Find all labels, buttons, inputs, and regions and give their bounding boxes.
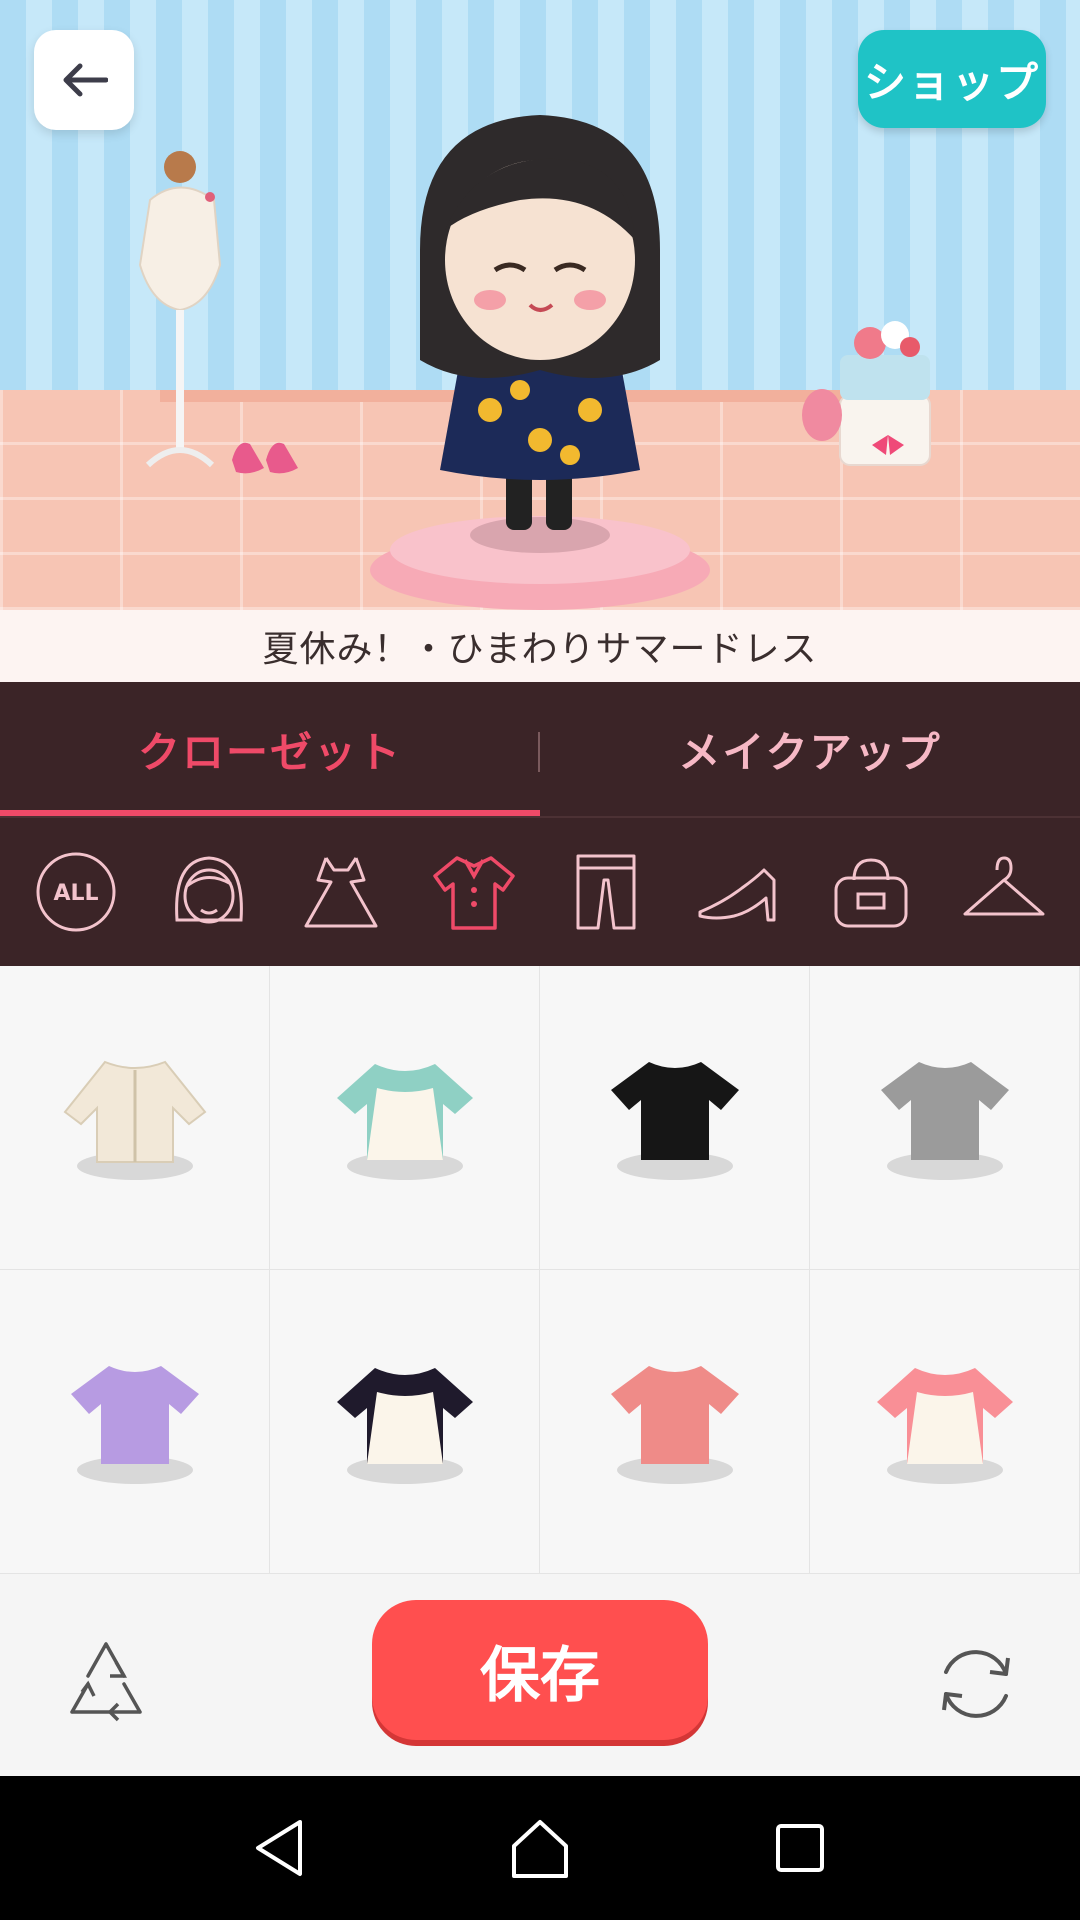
system-back-button[interactable] (240, 1808, 320, 1888)
clothing-item[interactable] (270, 966, 540, 1270)
room-scene: ショップ (0, 0, 1080, 610)
clothing-item[interactable] (810, 966, 1080, 1270)
category-row: ALL (0, 816, 1080, 966)
home-icon (512, 1820, 568, 1878)
item-grid (0, 966, 1080, 1576)
recycle-button[interactable] (58, 1634, 154, 1730)
tshirt-item-icon (70, 1365, 199, 1484)
tshirt-item-icon (880, 1061, 1009, 1180)
recycle-icon (70, 1642, 142, 1722)
bag-icon (834, 858, 908, 928)
recents-icon (776, 1824, 824, 1872)
clothing-item[interactable] (540, 966, 810, 1270)
system-nav-bar (0, 1776, 1080, 1920)
clothing-item[interactable] (810, 1270, 1080, 1574)
pants-icon (576, 854, 636, 930)
arrow-left-icon (63, 63, 108, 97)
tshirt-item-icon (610, 1061, 739, 1180)
hair-icon (174, 856, 243, 924)
outfit-name: 夏休み！・ひまわりサマードレス (262, 629, 818, 670)
pink-shoes-decoration (232, 442, 298, 474)
system-home-button[interactable] (500, 1808, 580, 1888)
dress-icon (304, 857, 378, 928)
avatar (370, 115, 710, 610)
category-hanger[interactable] (954, 842, 1054, 942)
category-shoes[interactable] (689, 842, 789, 942)
system-recents-button[interactable] (760, 1808, 840, 1888)
refresh-button[interactable] (926, 1634, 1026, 1734)
category-dress[interactable] (291, 842, 391, 942)
category-bottoms[interactable] (556, 842, 656, 942)
raglan-item-icon (336, 1063, 473, 1180)
outfit-caption-bar: 夏休み！・ひまわりサマードレス (0, 610, 1080, 682)
raglan-item-icon (336, 1367, 473, 1484)
tab-makeup[interactable]: メイクアップ (540, 682, 1080, 816)
all-icon: ALL (36, 852, 116, 932)
top-shirt-icon (433, 856, 515, 930)
gift-box-decoration (802, 321, 931, 466)
save-button[interactable]: 保存 (372, 1600, 708, 1740)
tshirt-item-icon (610, 1365, 739, 1484)
tab-bar: クローゼット メイクアップ (0, 682, 1080, 816)
category-all[interactable]: ALL (26, 842, 126, 942)
clothing-item[interactable] (0, 966, 270, 1270)
raglan-item-icon (876, 1367, 1013, 1484)
shop-button[interactable]: ショップ (858, 30, 1046, 128)
back-button[interactable] (34, 30, 134, 130)
refresh-icon (942, 1650, 1010, 1718)
heel-shoe-icon (698, 868, 776, 922)
category-tops[interactable] (424, 842, 524, 942)
hanger-icon (963, 856, 1045, 916)
mannequin-decoration (138, 151, 222, 468)
tab-closet[interactable]: クローゼット (0, 682, 540, 816)
clothing-item[interactable] (270, 1270, 540, 1574)
clothing-item[interactable] (540, 1270, 810, 1574)
tab-divider (538, 732, 540, 772)
category-hair[interactable] (159, 842, 259, 942)
clothing-item[interactable] (0, 1270, 270, 1574)
category-bags[interactable] (821, 842, 921, 942)
back-triangle-icon (256, 1820, 302, 1876)
all-label: ALL (54, 881, 99, 906)
bottom-bar: 保存 (0, 1576, 1080, 1776)
cardigan-item-icon (63, 1060, 206, 1180)
